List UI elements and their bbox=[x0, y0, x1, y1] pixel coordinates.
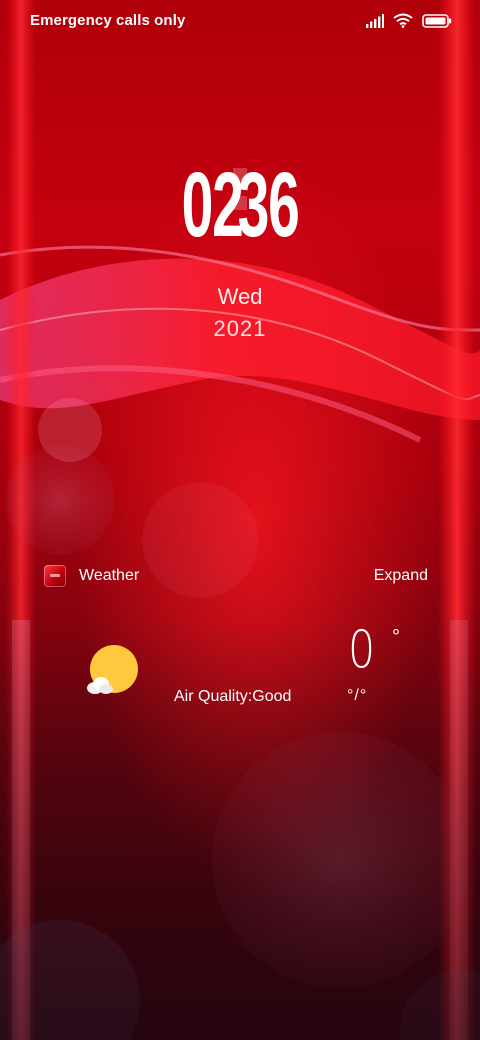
wifi-icon bbox=[393, 13, 413, 28]
temperature-value: 0 bbox=[348, 620, 376, 680]
status-icons bbox=[366, 13, 452, 28]
date-year: 2021 bbox=[213, 316, 267, 341]
temperature-unit: ° bbox=[392, 626, 400, 648]
partly-sunny-icon[interactable] bbox=[84, 645, 140, 697]
date-day: Wed bbox=[217, 284, 263, 309]
signal-icon bbox=[366, 13, 384, 28]
air-quality-text: Air Quality:Good bbox=[174, 688, 292, 705]
weather-app-icon[interactable] bbox=[44, 565, 66, 587]
weather-widget-header: Weather Expand bbox=[44, 564, 428, 588]
clock-minutes: 36 bbox=[237, 154, 300, 256]
lock-screen: Emergency calls only 02 36 Wed 2021 Weat… bbox=[0, 0, 480, 1040]
lock-clock: 02 36 bbox=[0, 150, 480, 260]
expand-button[interactable]: Expand bbox=[374, 567, 428, 585]
temperature-range: °/° bbox=[347, 687, 368, 704]
status-carrier-text: Emergency calls only bbox=[30, 12, 186, 29]
weather-widget-title[interactable]: Weather bbox=[79, 567, 139, 585]
battery-icon bbox=[422, 13, 452, 28]
